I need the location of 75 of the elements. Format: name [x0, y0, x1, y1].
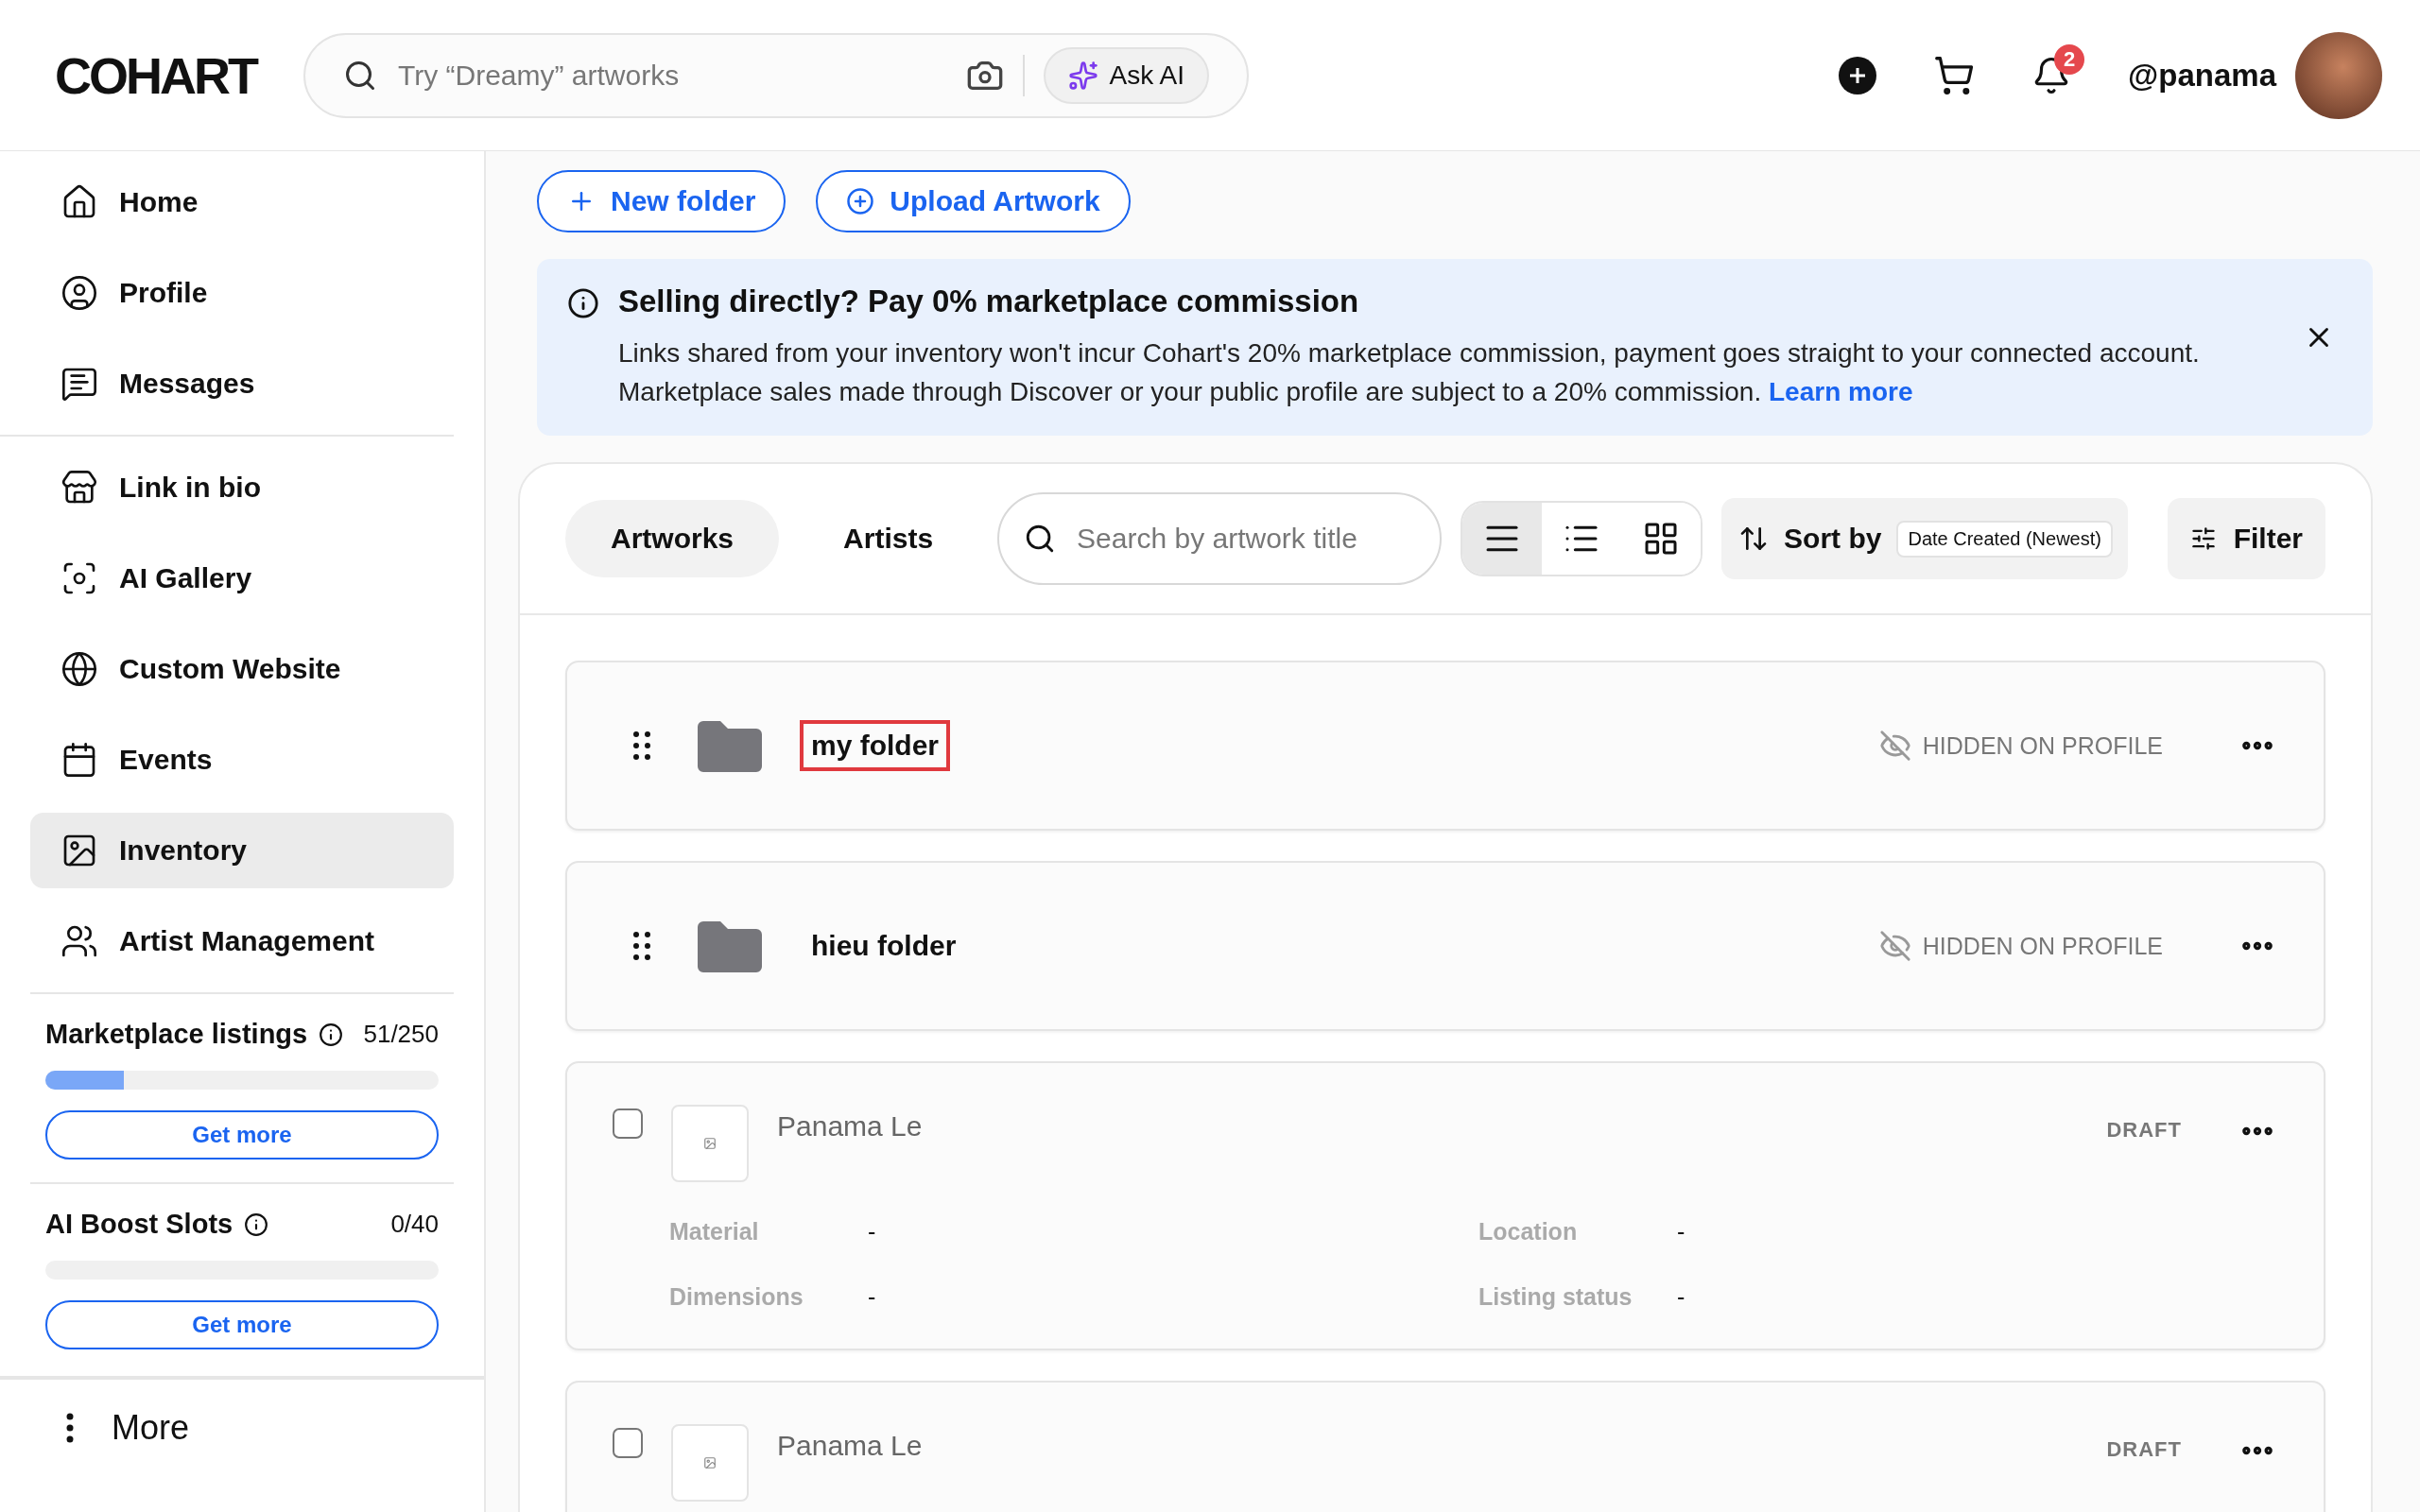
filter-button[interactable]: Filter [2167, 498, 2325, 580]
status-label: DRAFT [2106, 1437, 2182, 1463]
banner-text: Links shared from your inventory won't incur Cohart's 20% marketplace commission, payment goes straight to your connected account. Marketplace sales made through Discover or your public profile are subject to a 20% commission. Learn more [618, 337, 2201, 408]
folder-row[interactable]: hieu folder HIDDEN ON PROFILE [565, 861, 2325, 1032]
drag-handle-icon[interactable] [633, 730, 650, 762]
folder-name[interactable]: my folder [800, 720, 951, 772]
tab[interactable]: Artists [798, 500, 979, 578]
info-icon[interactable] [244, 1211, 269, 1237]
info-icon [567, 287, 599, 319]
nav-item[interactable]: Events [30, 722, 454, 798]
nav-item[interactable]: Custom Website [30, 631, 454, 707]
cart-icon[interactable] [1933, 54, 1976, 96]
eye-off-icon [1878, 730, 1911, 763]
folder-icon [698, 919, 762, 973]
artist-name: Panama Le [777, 1430, 923, 1463]
drag-handle-icon[interactable] [633, 931, 650, 962]
view-mode-button[interactable] [1462, 503, 1543, 576]
sort-button[interactable]: Sort by Date Created (Newest) [1721, 498, 2128, 580]
learn-more-link[interactable]: Learn more [1769, 376, 1913, 406]
artwork-row[interactable]: Panama Le DRAFT [565, 1381, 2325, 1512]
sparkle-icon [1067, 60, 1098, 91]
checkbox[interactable] [613, 1108, 643, 1140]
field-label: Material [669, 1218, 760, 1246]
tab[interactable]: Artworks [565, 500, 780, 578]
field-label: Location [1478, 1218, 1579, 1246]
more-icon [66, 1413, 74, 1443]
nav-item[interactable]: Artist Management [30, 903, 454, 979]
quota-count: 0/40 [390, 1210, 439, 1239]
quota-label: Marketplace listings [45, 1019, 308, 1050]
nav-icon [60, 650, 98, 688]
nav-item[interactable]: Profile [30, 255, 424, 331]
plus-circle-icon [846, 187, 875, 215]
field-label: Listing status [1478, 1283, 1634, 1312]
folder-name[interactable]: hieu folder [800, 920, 968, 972]
sliders-icon [2189, 525, 2217, 553]
visibility-label: HIDDEN ON PROFILE [1878, 730, 2163, 763]
artwork-row[interactable]: Panama Le DRAFT Material - Location - Dimensions - Listing status - [565, 1061, 2325, 1351]
field-value: - [1677, 1218, 1686, 1246]
quota-label: AI Boost Slots [45, 1209, 233, 1240]
add-icon[interactable] [1839, 56, 1877, 94]
nav-item[interactable]: AI Gallery [30, 541, 454, 616]
nav-icon [60, 274, 98, 312]
field-value: - [1677, 1283, 1686, 1312]
field-value: - [868, 1283, 877, 1312]
status-label: DRAFT [2106, 1118, 2182, 1143]
ask-ai-button[interactable]: Ask AI [1043, 46, 1209, 104]
username[interactable]: @panama [2128, 57, 2276, 94]
upload-button[interactable]: Upload Artwork [816, 170, 1131, 232]
folder-row[interactable]: my folder HIDDEN ON PROFILE [565, 661, 2325, 832]
field-label: Dimensions [669, 1283, 804, 1312]
get-more-button[interactable]: Get more [45, 1110, 439, 1160]
nav-item[interactable]: Home [30, 164, 424, 240]
new-folder-button[interactable]: New folder [537, 170, 786, 232]
more-link[interactable]: More [0, 1376, 484, 1476]
logo[interactable]: COHART [55, 49, 256, 101]
banner-title: Selling directly? Pay 0% marketplace commission [618, 284, 1360, 319]
visibility-label: HIDDEN ON PROFILE [1878, 930, 2163, 963]
search-field[interactable]: Try “Dreamy” artworks Ask AI [303, 32, 1249, 118]
eye-off-icon [1878, 930, 1911, 963]
sort-value[interactable]: Date Created (Newest) [1896, 520, 2113, 558]
artist-name: Panama Le [777, 1110, 923, 1143]
checkbox[interactable] [613, 1428, 643, 1459]
nav-item[interactable]: Messages [30, 346, 424, 421]
get-more-button[interactable]: Get more [45, 1300, 439, 1349]
info-icon[interactable] [319, 1022, 344, 1047]
search-field[interactable]: Search by artwork title [997, 492, 1443, 586]
search-input[interactable]: Try “Dreamy” artworks [396, 58, 947, 93]
field-value: - [868, 1218, 877, 1246]
folder-icon [698, 719, 762, 773]
sort-label: Sort by [1784, 523, 1882, 556]
nav-item[interactable]: Inventory [30, 813, 454, 888]
search-input[interactable]: Search by artwork title [1075, 522, 1416, 557]
notification-badge: 2 [2054, 43, 2085, 75]
quota-count: 51/250 [363, 1020, 439, 1049]
nav-item[interactable]: Link in bio [30, 450, 454, 525]
